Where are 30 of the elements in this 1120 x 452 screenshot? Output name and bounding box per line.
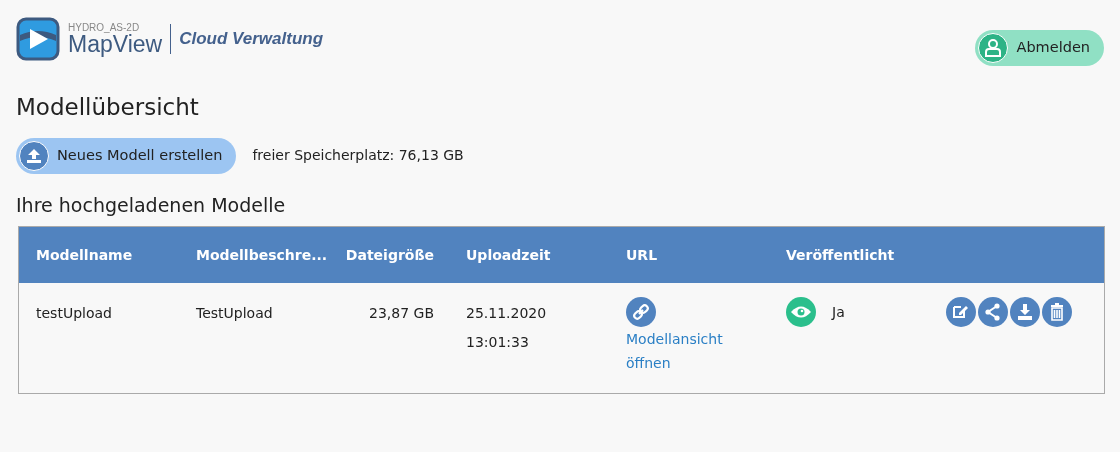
- link-icon: [626, 297, 656, 328]
- column-header: URL: [626, 245, 659, 265]
- column-header: Modellname: [36, 245, 134, 265]
- page-title: Modellübersicht: [16, 94, 200, 122]
- share-button[interactable]: [978, 297, 1008, 328]
- logo-caption: HYDRO_AS-2D: [68, 22, 141, 33]
- table-cell-text: 25.11.2020: [466, 304, 548, 324]
- column-header: Veröffentlicht: [786, 245, 896, 265]
- table-cell-text: 23,87 GB: [369, 304, 434, 324]
- download-button[interactable]: [1010, 297, 1040, 328]
- new-model-button[interactable]: Neues Modell erstellen: [16, 137, 237, 174]
- table-cell-text: testUpload: [36, 304, 113, 324]
- user-icon: [985, 39, 1002, 57]
- edit-button[interactable]: [946, 297, 976, 328]
- logo-icon: [16, 17, 60, 61]
- model-view-link[interactable]: Modellansicht öffnen: [626, 327, 736, 376]
- upload-icon: [26, 147, 42, 164]
- share-icon: [983, 302, 1003, 323]
- logo-name: MapView: [68, 32, 163, 56]
- table-cell-text: Ja: [832, 302, 845, 322]
- table-cell-text: 13:01:33: [466, 333, 530, 353]
- section-title: Ihre hochgeladenen Modelle: [16, 193, 287, 217]
- table-cell-text: TestUpload: [196, 304, 274, 324]
- download-icon: [1015, 302, 1035, 323]
- trash-button[interactable]: [1042, 297, 1072, 328]
- logout-button[interactable]: Abmelden: [975, 30, 1104, 66]
- app-subtitle: Cloud Verwaltung: [170, 24, 324, 54]
- column-header: Dateigröße: [345, 245, 434, 265]
- storage-info: freier Speicherplatz: 76,13 GB: [252, 146, 464, 166]
- column-header: Uploadzeit: [466, 245, 552, 265]
